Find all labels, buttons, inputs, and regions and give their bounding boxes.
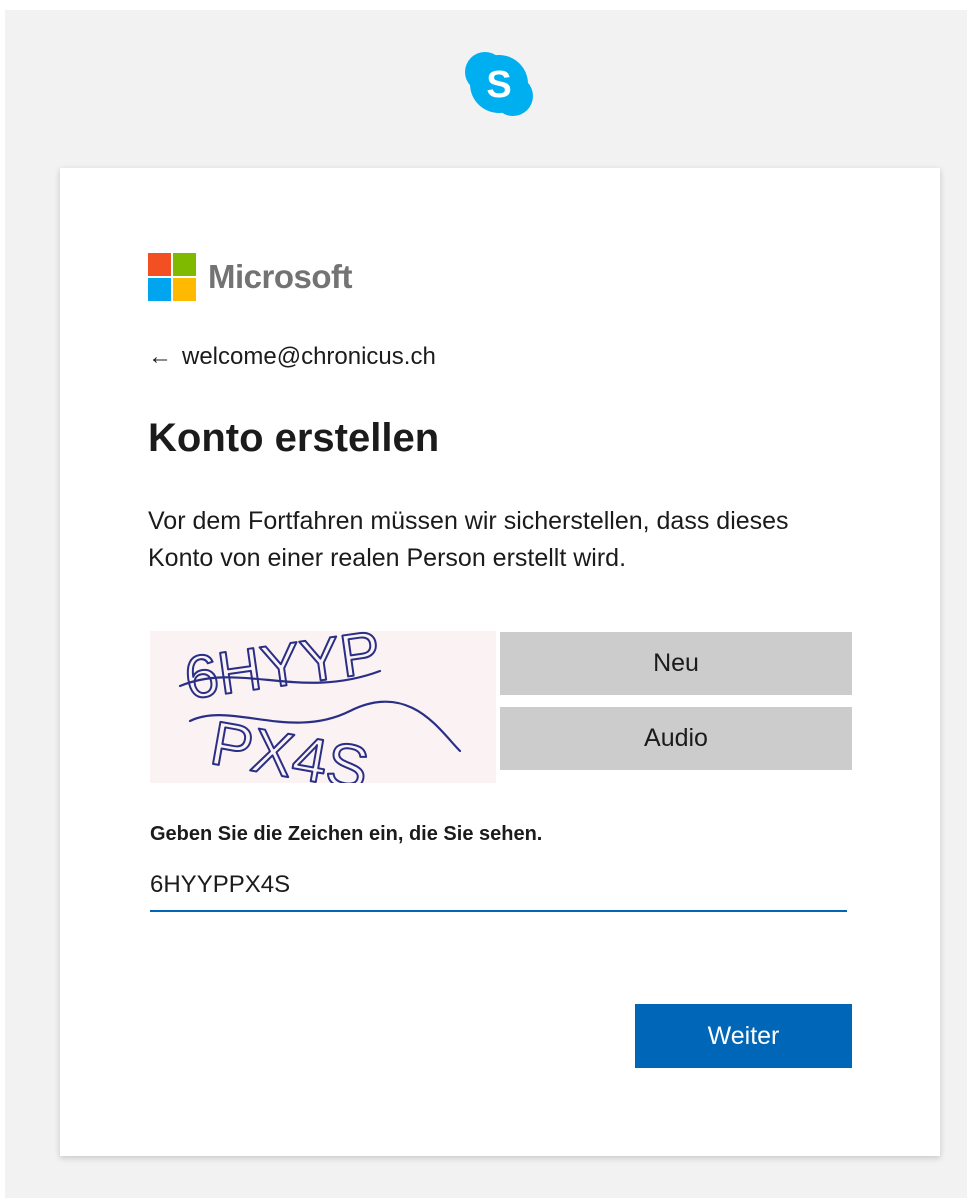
captcha-image: 6HYYP PX4S <box>150 631 496 783</box>
back-arrow-icon[interactable]: ← <box>148 343 172 371</box>
page-title: Konto erstellen <box>148 416 440 460</box>
microsoft-wordmark: Microsoft <box>208 258 353 295</box>
microsoft-logo: Microsoft <box>148 253 353 301</box>
identity-email: welcome@chronicus.ch <box>182 343 436 370</box>
signup-card: Microsoft ← welcome@chronicus.ch Konto e… <box>60 168 940 1156</box>
next-button[interactable]: Weiter <box>635 1004 852 1068</box>
microsoft-squares-icon <box>148 253 196 301</box>
captcha-input-label: Geben Sie die Zeichen ein, die Sie sehen… <box>150 823 543 845</box>
captcha-audio-button[interactable]: Audio <box>500 707 852 770</box>
page-description: Vor dem Fortfahren müssen wir sicherstel… <box>148 507 789 572</box>
skype-logo-icon: S <box>465 52 533 116</box>
captcha-input[interactable] <box>150 864 847 912</box>
captcha-new-button[interactable]: Neu <box>500 632 852 695</box>
svg-text:S: S <box>486 64 511 106</box>
identity-banner: ← welcome@chronicus.ch <box>148 343 436 371</box>
